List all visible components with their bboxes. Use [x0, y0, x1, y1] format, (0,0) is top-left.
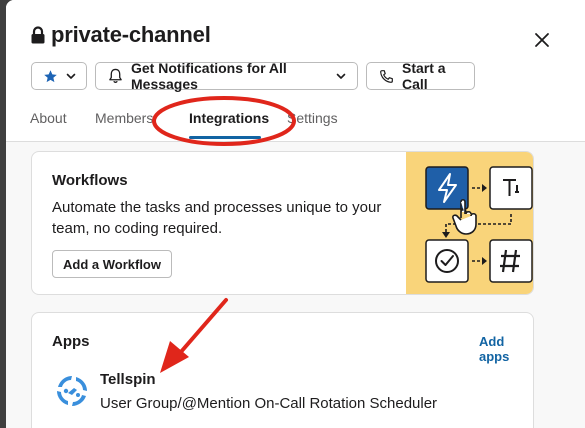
action-buttons: Get Notifications for All Messages Start…: [31, 60, 475, 92]
start-call-label: Start a Call: [402, 60, 446, 92]
tab-bar: About Members Integrations Settings: [30, 110, 347, 140]
tellspin-icon: [52, 371, 92, 411]
workflows-description: Automate the tasks and processes unique …: [52, 199, 382, 237]
active-tab-indicator: [189, 136, 261, 139]
star-icon: [43, 69, 58, 84]
channel-title: private-channel: [51, 22, 211, 47]
workflows-card: Workflows Automate the tasks and process…: [31, 151, 534, 295]
close-button[interactable]: [530, 28, 554, 52]
tab-label: Settings: [287, 110, 338, 126]
tab-label: Integrations: [189, 110, 270, 126]
tab-members[interactable]: Members: [95, 110, 189, 140]
notifications-label: Get Notifications for All Messages: [131, 60, 287, 92]
integrations-panel: Workflows Automate the tasks and process…: [6, 142, 585, 428]
chevron-down-icon: [65, 70, 77, 82]
chevron-down-icon: [335, 70, 347, 82]
tab-settings[interactable]: Settings: [287, 110, 347, 140]
workflows-title: Workflows: [52, 172, 128, 189]
checkmark-icon: [425, 239, 469, 283]
star-button[interactable]: [31, 62, 87, 90]
text-icon: [489, 166, 533, 210]
bell-icon: [108, 68, 123, 84]
tab-label: Members: [95, 110, 154, 126]
title-row: private-channel: [30, 22, 211, 48]
add-workflow-button[interactable]: Add a Workflow: [52, 250, 172, 278]
lock-icon: [30, 26, 46, 44]
apps-title: Apps: [52, 333, 90, 350]
channel-details-modal: private-channel Get Notifications for Al…: [6, 0, 585, 428]
notifications-button[interactable]: Get Notifications for All Messages: [95, 60, 358, 92]
apps-card: Apps Add apps Tellspin User Group/@Menti…: [31, 312, 534, 428]
tab-label: About: [30, 110, 67, 126]
start-call-button[interactable]: Start a Call: [366, 60, 475, 92]
hash-icon: [489, 239, 533, 283]
modal-header: private-channel Get Notifications for Al…: [6, 0, 585, 142]
close-icon: [535, 33, 549, 47]
tab-integrations[interactable]: Integrations: [189, 110, 287, 140]
workflows-illustration: [406, 152, 533, 294]
add-apps-link[interactable]: Add apps: [479, 334, 533, 364]
app-description: User Group/@Mention On-Call Rotation Sch…: [100, 395, 438, 412]
tab-about[interactable]: About: [30, 110, 95, 140]
app-name[interactable]: Tellspin: [100, 371, 156, 388]
phone-icon: [379, 69, 394, 84]
